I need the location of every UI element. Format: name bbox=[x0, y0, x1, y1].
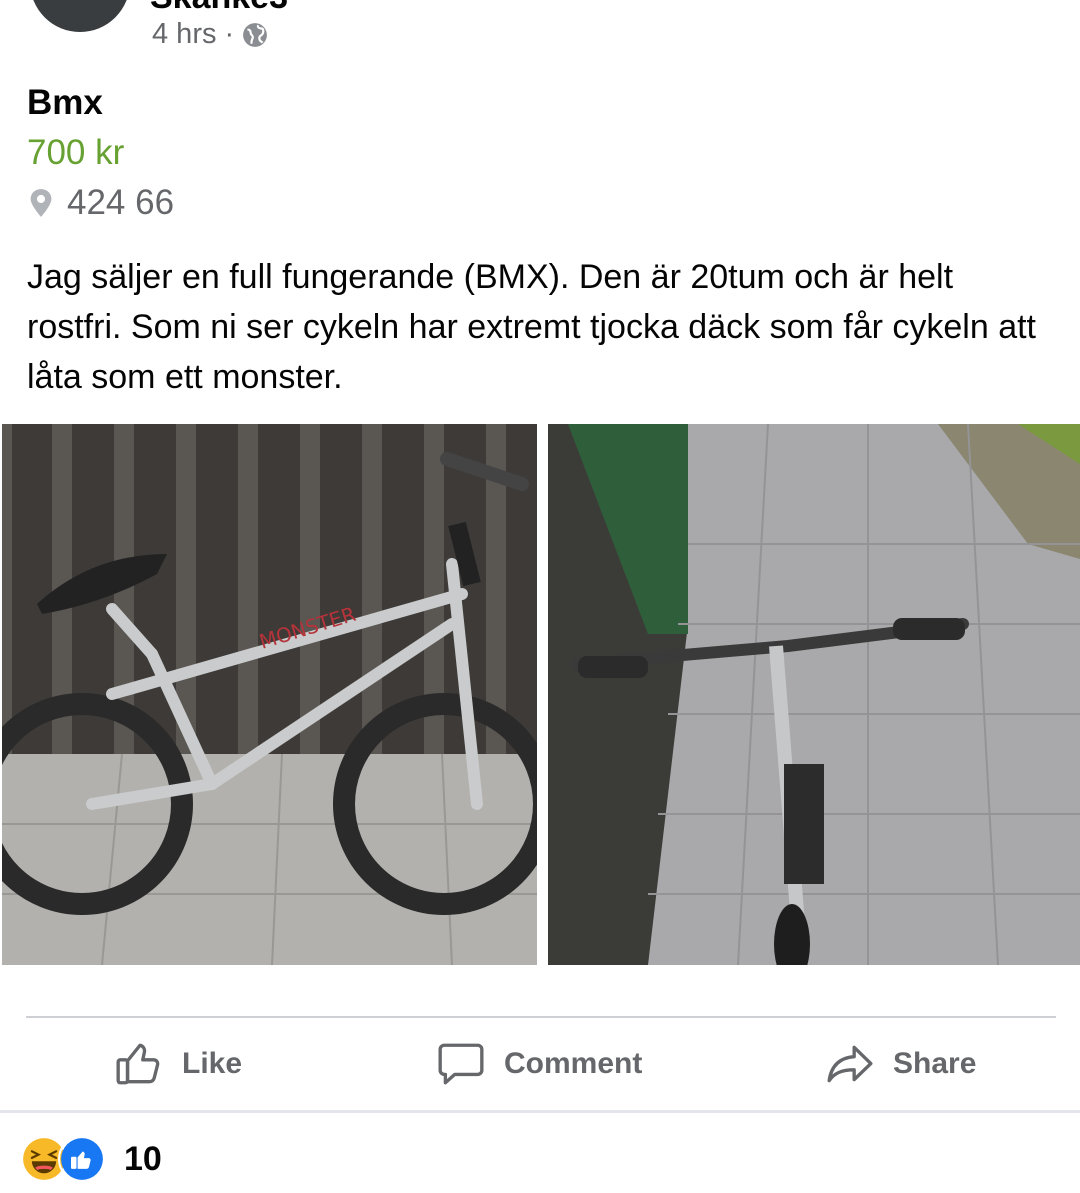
reactions-summary[interactable]: 10 bbox=[20, 1135, 162, 1183]
bmx-photo-top[interactable] bbox=[548, 424, 1080, 965]
thumbs-up-icon bbox=[116, 1043, 160, 1085]
globe-icon bbox=[243, 22, 268, 47]
listing-description: Jag säljer en full fungerande (BMX). Den… bbox=[27, 258, 1036, 396]
share-button[interactable]: Share bbox=[825, 1033, 976, 1095]
bmx-photo-side[interactable]: MONSTER bbox=[2, 424, 537, 965]
share-label: Share bbox=[893, 1047, 977, 1080]
author-avatar[interactable] bbox=[30, 0, 130, 32]
listing-location: 424 66 bbox=[27, 183, 174, 223]
listing-price: 700 kr bbox=[27, 133, 125, 172]
author-name[interactable]: Skanke3 bbox=[150, 0, 288, 17]
like-button[interactable]: Like bbox=[114, 1033, 242, 1095]
listing-title: Bmx bbox=[27, 83, 103, 122]
like-label: Like bbox=[182, 1047, 243, 1080]
like-icon bbox=[58, 1135, 106, 1183]
post-actions: Like Comment Share bbox=[0, 1033, 1080, 1095]
comment-label: Comment bbox=[504, 1047, 643, 1080]
post-timestamp[interactable]: 4 hrs bbox=[152, 18, 216, 51]
bottom-divider bbox=[0, 1110, 1080, 1113]
comment-icon bbox=[438, 1043, 484, 1085]
actions-divider bbox=[26, 1016, 1056, 1018]
reaction-count: 10 bbox=[124, 1139, 162, 1178]
share-arrow-icon bbox=[827, 1045, 873, 1083]
meta-separator: · bbox=[224, 18, 235, 50]
comment-button[interactable]: Comment bbox=[436, 1033, 642, 1095]
post-meta: 4 hrs · bbox=[152, 18, 268, 51]
location-text: 424 66 bbox=[67, 183, 175, 222]
map-pin-icon bbox=[30, 189, 52, 217]
